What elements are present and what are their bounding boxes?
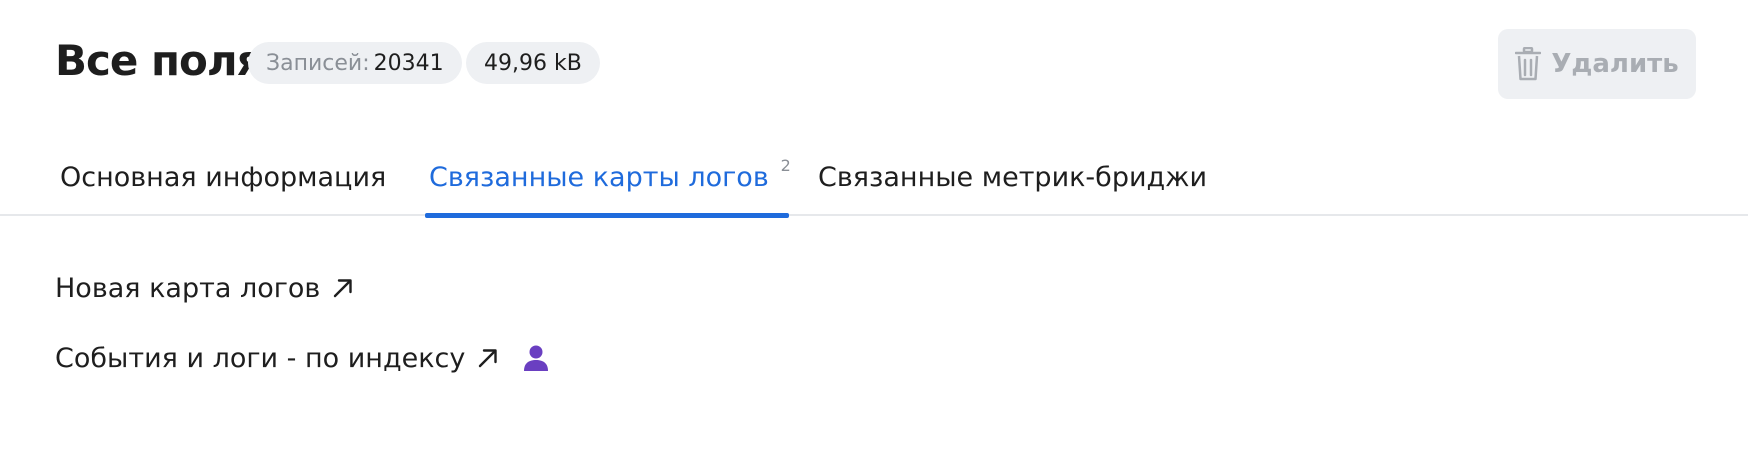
delete-button[interactable]: Удалить [1498, 29, 1696, 99]
list-item-events-logs-by-index[interactable]: События и логи - по индексу [55, 338, 549, 378]
size-badge: 49,96 kB [466, 42, 600, 84]
link-label: События и логи - по индексу [55, 342, 466, 374]
person-icon [523, 344, 549, 372]
header: Все поля Записей: 20341 49,96 kB Удалить [0, 0, 1748, 130]
page-title: Все поля [55, 36, 264, 85]
tab-label: Связанные метрик-бриджи [818, 162, 1208, 193]
records-value: 20341 [373, 50, 444, 76]
records-label: Записей: [266, 50, 370, 76]
external-arrow-icon [477, 347, 499, 369]
delete-label: Удалить [1551, 49, 1679, 79]
tab-related-metric-bridges[interactable]: Связанные метрик-бриджи [818, 150, 1207, 216]
active-tab-indicator [425, 213, 789, 218]
tabs: Основная информация Связанные карты лого… [0, 150, 1748, 218]
link-label: Новая карта логов [55, 272, 321, 304]
size-value: 49,96 kB [484, 50, 582, 76]
records-count-badge: Записей: 20341 [248, 42, 462, 84]
related-log-maps-list: Новая карта логов События и логи - по ин… [55, 268, 549, 408]
tab-label: Связанные карты логов [429, 162, 769, 193]
trash-icon [1515, 47, 1542, 81]
tab-label: Основная информация [60, 162, 387, 193]
list-item-new-log-map[interactable]: Новая карта логов [55, 268, 549, 308]
tab-related-log-maps[interactable]: Связанные карты логов 2 [425, 150, 791, 218]
page: Все поля Записей: 20341 49,96 kB Удалить [0, 0, 1748, 456]
tab-main-info[interactable]: Основная информация [60, 150, 386, 216]
external-arrow-icon [332, 277, 354, 299]
tab-counter: 2 [780, 156, 791, 175]
